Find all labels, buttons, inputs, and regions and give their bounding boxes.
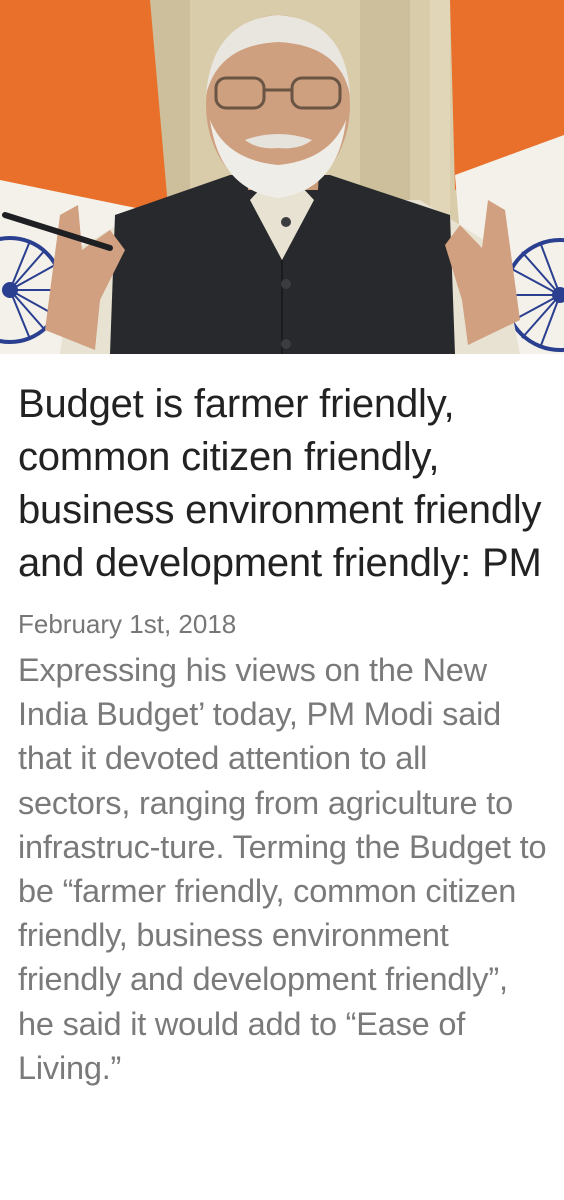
article-date: February 1st, 2018 — [18, 609, 237, 639]
article-hero-image — [0, 0, 564, 354]
article-body: Expressing his views on the New India Bu… — [18, 652, 547, 1086]
article-content: Budget is farmer friendly, common citize… — [18, 378, 548, 1090]
speaker-photo — [0, 0, 564, 354]
article-headline: Budget is farmer friendly, common citize… — [18, 382, 542, 585]
